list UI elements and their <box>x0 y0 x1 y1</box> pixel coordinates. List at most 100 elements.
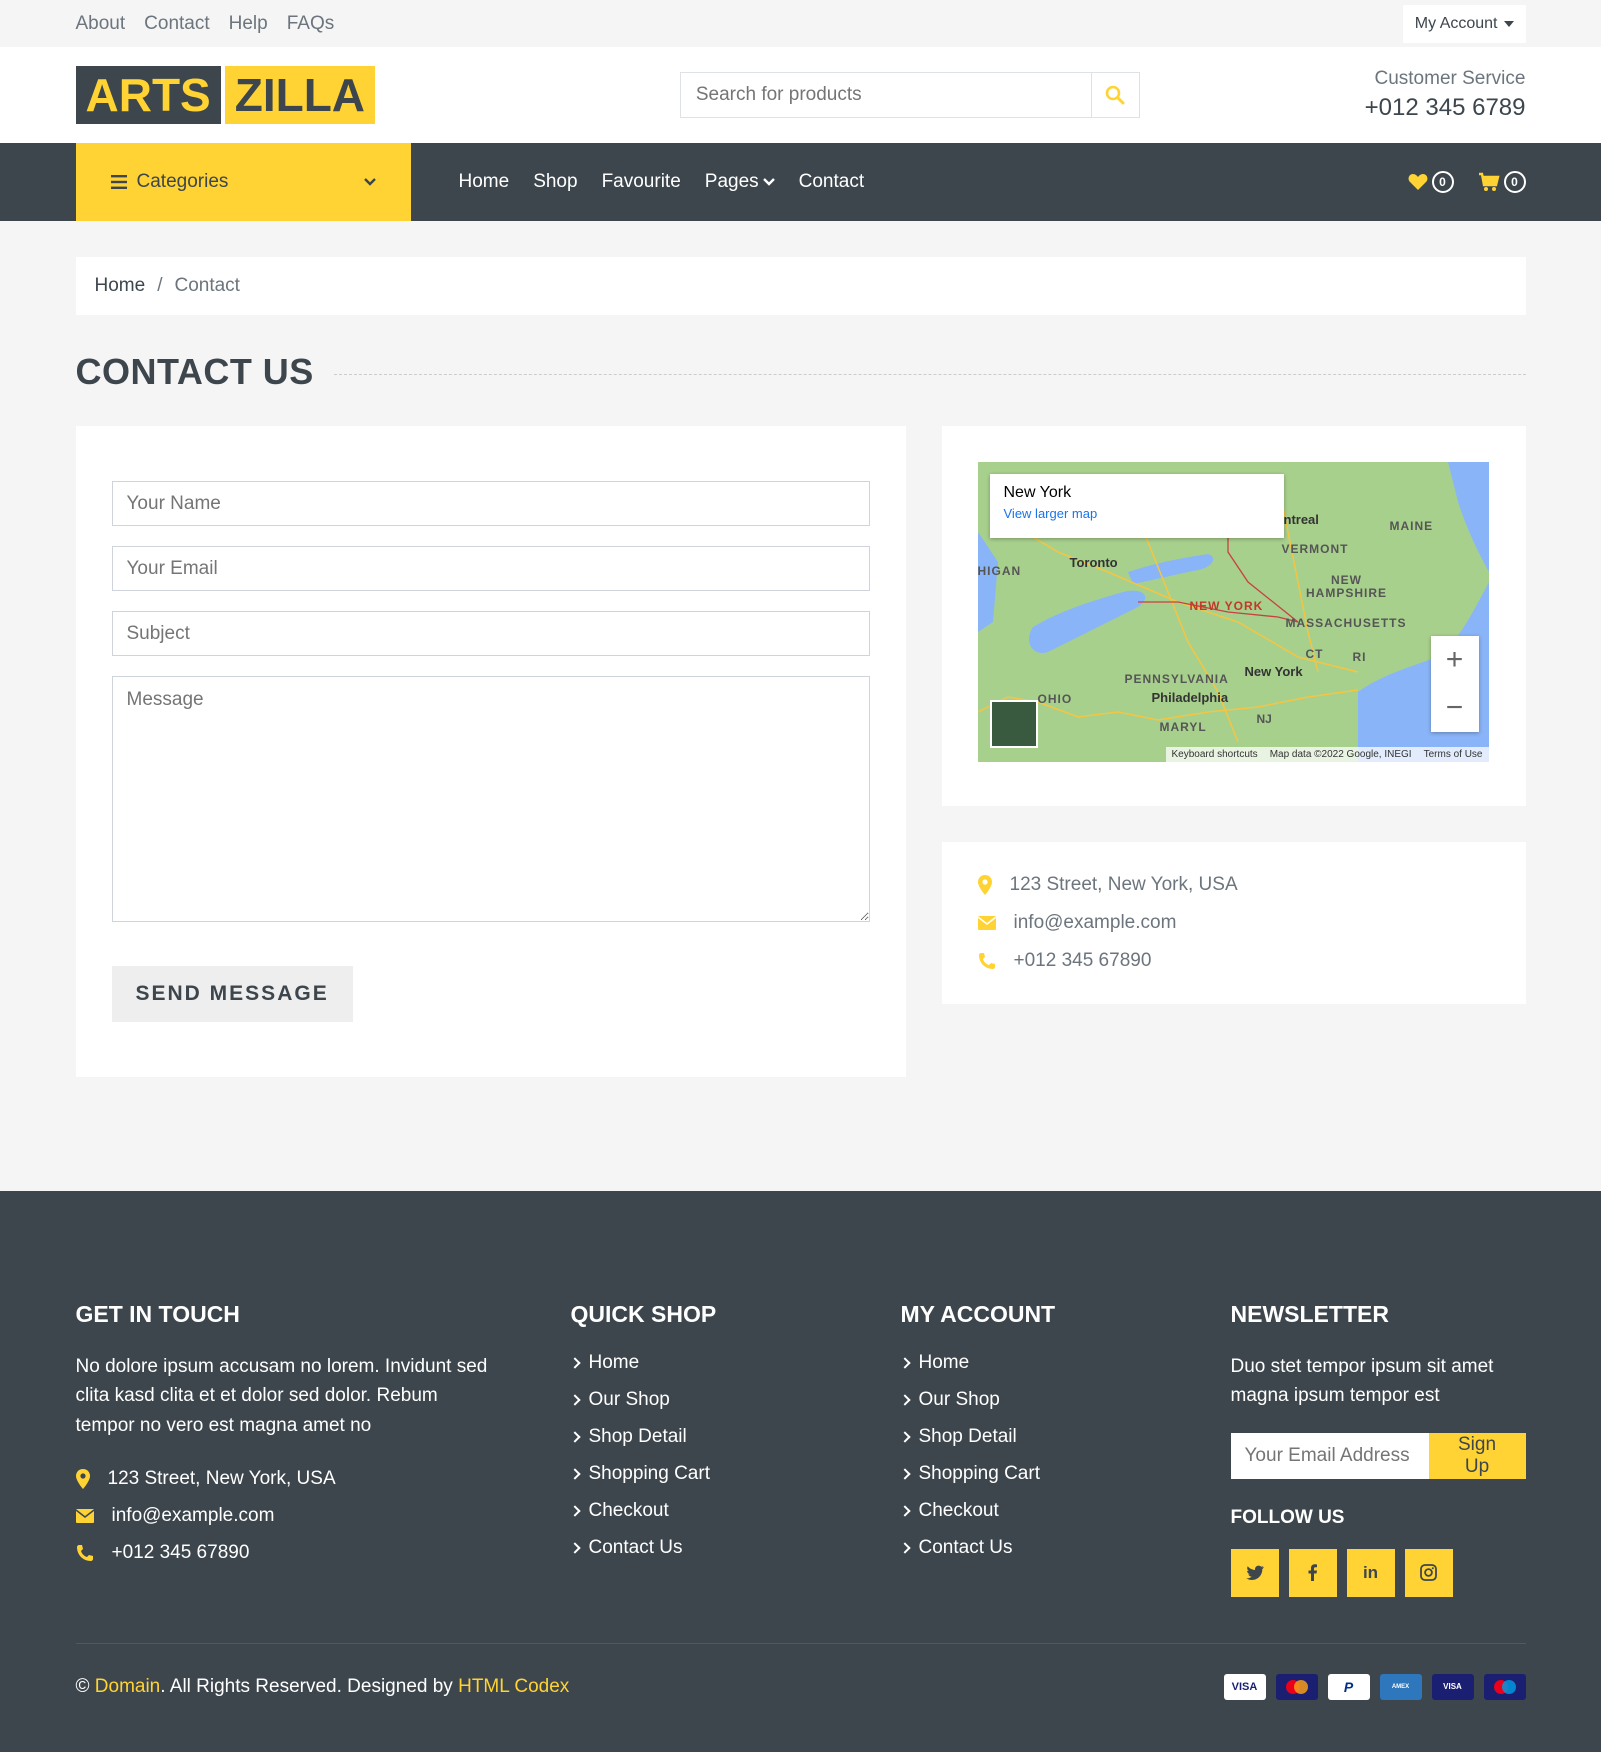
visa-icon: VISA <box>1223 1673 1266 1700</box>
account-link-label: Our Shop <box>918 1389 1000 1410</box>
zoom-in-button[interactable]: + <box>1431 636 1479 684</box>
chevron-right-icon <box>898 1542 911 1554</box>
newsletter-email-input[interactable] <box>1230 1432 1429 1479</box>
quick-link-checkout[interactable]: Checkout <box>568 1500 901 1522</box>
my-account-dropdown[interactable]: My Account <box>1402 4 1526 43</box>
contact-form: SEND MESSAGE <box>75 426 906 1077</box>
nav-shop[interactable]: Shop <box>533 171 577 193</box>
envelope-icon <box>977 916 996 930</box>
map-label-toronto: Toronto <box>1069 555 1118 570</box>
instagram-button[interactable] <box>1404 1548 1453 1597</box>
logo[interactable]: ARTS ZILLA <box>75 66 376 124</box>
map-place-name: New York <box>1003 484 1072 501</box>
top-link-help[interactable]: Help <box>229 13 268 35</box>
view-larger-map-link[interactable]: View larger map <box>1004 506 1270 521</box>
map-label-ct: CT <box>1305 647 1324 661</box>
domain-link[interactable]: Domain <box>95 1676 160 1697</box>
breadcrumb-home[interactable]: Home <box>95 275 146 297</box>
quick-link-our-shop[interactable]: Our Shop <box>568 1389 901 1411</box>
footer-email: info@example.com <box>75 1505 501 1527</box>
map-label-new-york-city: New York <box>1244 664 1303 679</box>
top-link-faqs[interactable]: FAQs <box>287 13 335 35</box>
footer-newsletter-text: Duo stet tempor ipsum sit amet magna ips… <box>1230 1356 1494 1407</box>
subject-field[interactable] <box>111 611 870 656</box>
quick-link-label: Our Shop <box>588 1389 670 1410</box>
sign-up-button[interactable]: Sign Up <box>1428 1432 1526 1479</box>
wishlist-button[interactable]: 0 <box>1408 171 1454 193</box>
chevron-right-icon <box>568 1505 581 1517</box>
chevron-right-icon <box>898 1357 911 1369</box>
top-link-about[interactable]: About <box>76 13 126 35</box>
chevron-right-icon <box>568 1357 581 1369</box>
account-link-shop-detail[interactable]: Shop Detail <box>898 1426 1231 1448</box>
chevron-right-icon <box>568 1394 581 1406</box>
html-codex-link[interactable]: HTML Codex <box>458 1676 569 1697</box>
cart-button[interactable]: 0 <box>1478 171 1526 193</box>
paypal-icon: P <box>1327 1673 1370 1700</box>
quick-link-home[interactable]: Home <box>568 1352 901 1374</box>
cart-icon <box>1478 172 1500 191</box>
map[interactable]: Toronto HIGAN NEW YORK ntreal VERMONT MA… <box>977 462 1489 762</box>
account-link-contact-us[interactable]: Contact Us <box>898 1537 1231 1559</box>
contact-address: 123 Street, New York, USA <box>977 874 1490 896</box>
mastercard-icon <box>1275 1673 1318 1700</box>
twitter-icon <box>1245 1565 1264 1581</box>
visa-electron-icon: VISA <box>1431 1673 1474 1700</box>
quick-link-contact-us[interactable]: Contact Us <box>568 1537 901 1559</box>
newsletter-form: Sign Up <box>1230 1432 1526 1479</box>
quick-link-shop-detail[interactable]: Shop Detail <box>568 1426 901 1448</box>
quick-link-label: Shop Detail <box>588 1426 687 1447</box>
satellite-toggle[interactable] <box>989 700 1038 748</box>
account-link-label: Shop Detail <box>918 1426 1017 1447</box>
account-link-label: Home <box>918 1352 970 1373</box>
search-button[interactable] <box>1090 73 1139 117</box>
logo-part2: ZILLA <box>224 66 376 124</box>
logo-part1: ARTS <box>75 66 221 124</box>
nav-favourite[interactable]: Favourite <box>602 171 681 193</box>
breadcrumb-separator: / <box>157 275 163 296</box>
email-field[interactable] <box>111 546 870 591</box>
footer-quick-title: QUICK SHOP <box>570 1301 717 1327</box>
chevron-right-icon <box>568 1431 581 1443</box>
nav-home[interactable]: Home <box>459 171 510 193</box>
nav-pages[interactable]: Pages <box>705 171 775 193</box>
map-data-text: Map data ©2022 Google, INEGI <box>1269 749 1412 760</box>
keyboard-shortcuts-link[interactable]: Keyboard shortcuts <box>1172 749 1258 760</box>
footer-phone: +012 345 67890 <box>76 1542 501 1564</box>
linkedin-button[interactable]: in <box>1346 1548 1395 1597</box>
footer: GET IN TOUCH No dolore ipsum accusam no … <box>0 1191 1601 1752</box>
map-label-maryland: MARYL <box>1159 720 1207 734</box>
map-label-new-hampshire: NEW HAMPSHIRE <box>1305 573 1387 601</box>
quick-link-label: Contact Us <box>588 1537 683 1558</box>
account-link-checkout[interactable]: Checkout <box>898 1500 1231 1522</box>
chevron-right-icon <box>898 1431 911 1443</box>
quick-link-label: Shopping Cart <box>588 1463 710 1484</box>
instagram-icon <box>1420 1564 1437 1582</box>
top-link-contact[interactable]: Contact <box>144 13 209 35</box>
twitter-button[interactable] <box>1230 1548 1279 1597</box>
categories-dropdown[interactable]: Categories <box>75 143 411 221</box>
contact-address-text: 123 Street, New York, USA <box>1009 874 1238 895</box>
heart-icon <box>1408 174 1427 190</box>
message-field[interactable] <box>111 676 870 922</box>
send-message-button[interactable]: SEND MESSAGE <box>111 966 353 1022</box>
account-link-our-shop[interactable]: Our Shop <box>898 1389 1231 1411</box>
quick-link-shopping-cart[interactable]: Shopping Cart <box>568 1463 901 1485</box>
nav-contact[interactable]: Contact <box>799 171 864 193</box>
account-link-home[interactable]: Home <box>898 1352 1231 1374</box>
terms-of-use-link[interactable]: Terms of Use <box>1424 749 1483 760</box>
footer-account-title: MY ACCOUNT <box>900 1301 1056 1327</box>
top-links: About Contact Help FAQs <box>76 13 335 35</box>
search-input[interactable] <box>680 73 1091 117</box>
breadcrumb-current: Contact <box>174 275 240 296</box>
zoom-controls: + − <box>1430 636 1479 732</box>
account-link-shopping-cart[interactable]: Shopping Cart <box>898 1463 1231 1485</box>
name-field[interactable] <box>111 481 870 526</box>
amex-icon: AMEX <box>1379 1673 1422 1700</box>
wishlist-count: 0 <box>1431 171 1454 193</box>
payment-methods: VISA P AMEX VISA <box>1223 1673 1526 1700</box>
facebook-button[interactable] <box>1288 1548 1337 1597</box>
account-link-label: Checkout <box>918 1500 999 1521</box>
map-card: Toronto HIGAN NEW YORK ntreal VERMONT MA… <box>941 426 1526 806</box>
zoom-out-button[interactable]: − <box>1431 684 1479 732</box>
